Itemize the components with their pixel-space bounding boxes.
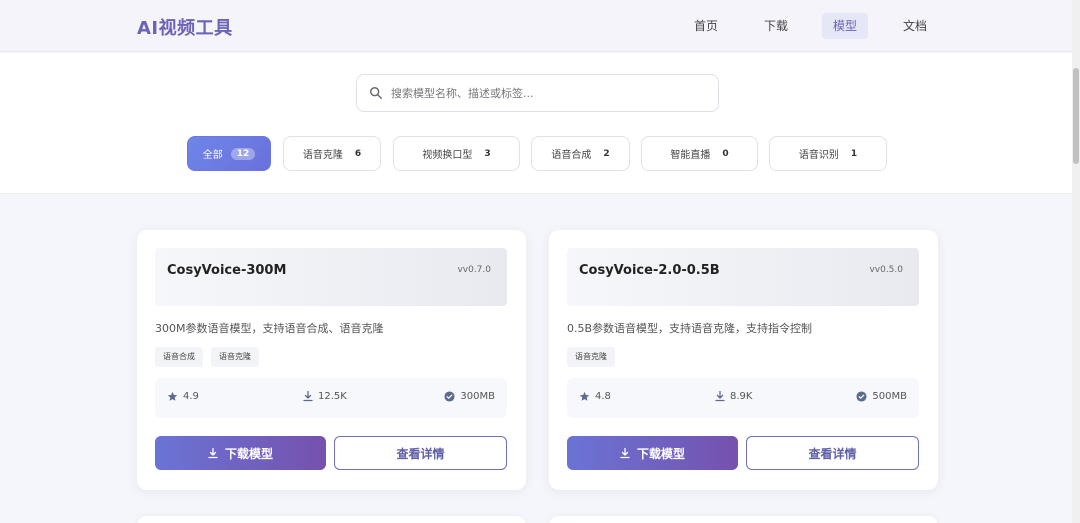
downloads-stat: 12.5K xyxy=(303,391,347,402)
filter-live-stream[interactable]: 智能直播 0 xyxy=(641,136,758,171)
nav-models[interactable]: 模型 xyxy=(822,13,869,39)
filter-lip-sync[interactable]: 视频换口型 3 xyxy=(393,136,520,171)
model-tags: 语音合成 语音克隆 xyxy=(155,347,267,367)
nav-download[interactable]: 下载 xyxy=(753,13,799,39)
model-tag: 语音克隆 xyxy=(567,347,615,367)
filter-count: 1 xyxy=(850,148,858,159)
model-tags: 语音克隆 xyxy=(567,347,623,367)
filter-label: 语音克隆 xyxy=(302,150,343,161)
filter-label: 视频换口型 xyxy=(422,150,473,161)
search-input[interactable] xyxy=(391,75,711,111)
download-icon xyxy=(303,391,313,402)
check-circle-icon xyxy=(856,391,867,402)
scrollbar-thumb[interactable] xyxy=(1073,68,1079,164)
filter-count: 12 xyxy=(230,147,256,160)
search-icon xyxy=(370,87,382,99)
filter-tts[interactable]: 语音合成 2 xyxy=(531,136,630,171)
star-icon xyxy=(167,391,178,401)
downloads-value: 12.5K xyxy=(318,391,347,402)
top-header: AI视频工具 首页 下载 模型 文档 xyxy=(0,0,1072,52)
filter-asr[interactable]: 语音识别 1 xyxy=(769,136,887,171)
model-card: CosyVoice-300M vv0.7.0 300M参数语音模型，支持语音合成… xyxy=(137,230,526,490)
filter-all[interactable]: 全部 12 xyxy=(187,136,271,171)
filter-count: 2 xyxy=(603,148,610,159)
model-tag: 语音合成 xyxy=(155,347,203,367)
model-card: CosyVoice-2.0-0.5B vv0.5.0 0.5B参数语音模型，支持… xyxy=(549,230,938,490)
download-model-button[interactable]: 下载模型 xyxy=(567,436,738,470)
model-version: vv0.5.0 xyxy=(869,265,903,275)
model-tag: 语音克隆 xyxy=(211,347,259,367)
star-icon xyxy=(579,391,590,401)
size-stat: 500MB xyxy=(856,391,907,402)
model-description: 0.5B参数语音模型，支持语音克隆，支持指令控制 xyxy=(567,322,813,335)
download-model-button[interactable]: 下载模型 xyxy=(155,436,326,470)
download-icon xyxy=(208,447,218,458)
filter-label: 语音合成 xyxy=(551,150,592,161)
downloads-value: 8.9K xyxy=(730,391,753,402)
filter-label: 全部 xyxy=(202,150,223,161)
model-name: CosyVoice-2.0-0.5B xyxy=(579,263,720,278)
filter-count: 0 xyxy=(722,148,729,159)
filter-label: 智能直播 xyxy=(670,150,711,161)
size-stat: 300MB xyxy=(444,391,495,402)
view-details-button[interactable]: 查看详情 xyxy=(746,436,919,470)
model-card-header: CosyVoice-2.0-0.5B vv0.5.0 xyxy=(567,248,919,306)
search-box xyxy=(356,74,719,112)
model-stats: 4.8 8.9K 500MB xyxy=(567,378,919,418)
model-version: vv0.7.0 xyxy=(457,265,491,275)
filter-count: 6 xyxy=(354,148,362,159)
model-description: 300M参数语音模型，支持语音合成、语音克隆 xyxy=(155,322,384,335)
check-circle-icon xyxy=(444,391,455,402)
main-nav: 首页 下载 模型 文档 xyxy=(0,13,1072,39)
search-filter-panel: 全部 12 语音克隆 6 视频换口型 3 语音合成 2 智能直播 0 语音识别 … xyxy=(0,53,1072,194)
download-icon xyxy=(620,447,630,458)
category-filters: 全部 12 语音克隆 6 视频换口型 3 语音合成 2 智能直播 0 语音识别 … xyxy=(0,136,1072,172)
model-name: CosyVoice-300M xyxy=(167,263,287,278)
model-card-partial xyxy=(549,516,938,523)
downloads-stat: 8.9K xyxy=(715,391,752,402)
rating-value: 4.9 xyxy=(183,391,199,402)
rating-stat: 4.8 xyxy=(579,391,611,402)
model-stats: 4.9 12.5K 300MB xyxy=(155,378,507,418)
model-card-partial xyxy=(137,516,526,523)
page-scrollbar[interactable] xyxy=(1072,0,1080,523)
nav-docs[interactable]: 文档 xyxy=(892,13,938,39)
nav-home[interactable]: 首页 xyxy=(683,13,729,39)
size-value: 500MB xyxy=(872,391,907,402)
rating-value: 4.8 xyxy=(595,391,611,402)
filter-label: 语音识别 xyxy=(798,150,839,161)
rating-stat: 4.9 xyxy=(167,391,199,402)
model-card-header: CosyVoice-300M vv0.7.0 xyxy=(155,248,507,306)
size-value: 300MB xyxy=(460,391,495,402)
download-model-label: 下载模型 xyxy=(224,446,273,461)
filter-count: 3 xyxy=(484,148,491,159)
download-model-label: 下载模型 xyxy=(636,446,685,461)
view-details-button[interactable]: 查看详情 xyxy=(334,436,507,470)
download-icon xyxy=(715,391,725,402)
filter-voice-clone[interactable]: 语音克隆 6 xyxy=(283,136,381,171)
